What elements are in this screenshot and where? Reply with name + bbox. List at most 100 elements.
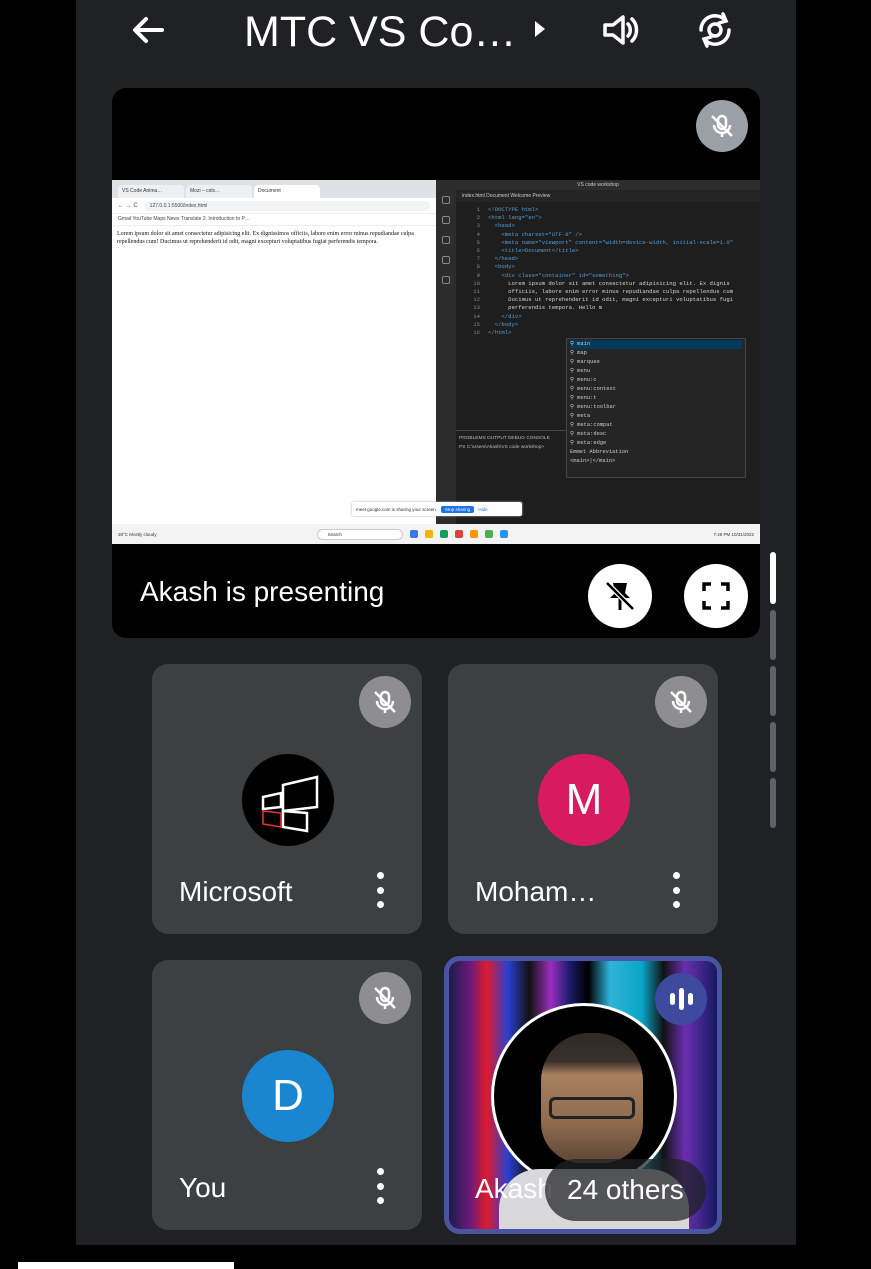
autocomplete-item: ⚲ menu	[570, 368, 591, 374]
mic-off-icon	[711, 114, 733, 137]
mic-off-badge	[359, 972, 411, 1024]
switch-camera-button[interactable]	[690, 6, 740, 54]
taskbar-app-icon	[424, 530, 433, 538]
code-line: 5 <meta name="viewport" content="width=d…	[476, 238, 734, 246]
code-line: 14 </div>	[473, 312, 522, 320]
autocomplete-item: ⚲ meta:desc	[570, 431, 607, 437]
terminal-tabs: PROBLEMS OUTPUT DEBUG CONSOLE	[459, 436, 550, 441]
audio-level-icon	[655, 973, 707, 1025]
fullscreen-button[interactable]	[684, 564, 748, 628]
taskbar-clock: 7:49 PM 10/31/2022	[713, 531, 754, 537]
code-line: 10 Lorem ipsum dolor sit amet consectetu…	[473, 279, 730, 287]
autocomplete-item: ⚲ menu:context	[570, 386, 617, 392]
code-editor: 1 <!DOCTYPE html> 2 <html lang="en"> 3 <head…	[458, 206, 756, 337]
shared-vscode-window: VS code workshop index.html Document Wel…	[436, 180, 760, 524]
taskbar-app-icon	[484, 530, 493, 538]
taskbar-search: Search	[316, 528, 403, 540]
autocomplete-item: ⚲ menu:c	[570, 377, 597, 383]
shared-browser-window: VS Code Anima… Mozi – cols… Document ← →…	[112, 180, 436, 524]
avatar	[242, 754, 334, 846]
participant-tile-you[interactable]: D You	[152, 960, 422, 1230]
back-button[interactable]	[126, 8, 170, 52]
mic-off-icon	[374, 690, 396, 713]
taskbar-app-icon	[409, 530, 418, 538]
meeting-title[interactable]: MTC VS Co…	[244, 4, 514, 60]
mic-off-icon	[670, 690, 692, 713]
mic-off-badge	[655, 676, 707, 728]
arrow-left-icon	[133, 17, 164, 43]
participant-tile-akash[interactable]: Akash 24 others	[444, 956, 722, 1234]
unpin-button[interactable]	[588, 564, 652, 628]
page-indicator[interactable]	[770, 778, 776, 828]
taskbar-app-icon	[439, 530, 448, 538]
code-line: 6 <title>Document</title>	[476, 247, 579, 255]
participant-tile-mohammed[interactable]: M Moham…	[448, 664, 718, 934]
autocomplete-item: ⚲ meta	[570, 413, 591, 419]
mic-off-badge	[359, 676, 411, 728]
windows-taskbar: 28°C Mostly cloudy Search 7:49 PM 10/31/…	[112, 524, 760, 544]
debug-icon	[442, 256, 450, 264]
shared-screen: VS Code Anima… Mozi – cols… Document ← →…	[112, 180, 760, 544]
autocomplete-item: ⚲ meta:compat	[570, 422, 613, 428]
more-options-button[interactable]	[370, 1168, 390, 1204]
others-count-pill[interactable]: 24 others	[545, 1159, 706, 1221]
code-line: 12 Ducimus ut reprehenderit id odit, mag…	[473, 296, 734, 304]
unpin-icon	[605, 581, 635, 611]
autocomplete-item: ⚲ menu:t	[570, 395, 597, 401]
more-options-button[interactable]	[666, 872, 686, 908]
avatar: M	[538, 754, 630, 846]
code-line: 2 <html lang="en">	[476, 214, 542, 222]
taskbar-app-icon	[469, 530, 478, 538]
chevron-right-icon	[535, 21, 545, 37]
presentation-tile[interactable]: VS Code Anima… Mozi – cols… Document ← →…	[112, 88, 760, 638]
code-line: 13 perferendis tempora. Hello m	[473, 304, 603, 312]
mic-off-icon	[374, 986, 396, 1009]
autocomplete-item: ⚲ marquee	[570, 359, 600, 365]
vscode-activity-bar	[436, 190, 456, 524]
vscode-tabs: index.html Document Welcome Preview	[456, 190, 760, 202]
code-line: 8 <body>	[476, 263, 515, 271]
sharing-notification-text: meet.google.com is sharing your screen.	[356, 506, 438, 512]
browser-tab: Document	[254, 185, 320, 198]
stop-sharing-button: Stop sharing	[441, 505, 475, 513]
browser-urlbar: ← → C 127.0.0.1:5500/index.html	[112, 198, 436, 214]
fullscreen-icon	[702, 582, 730, 610]
audio-output-button[interactable]	[596, 6, 644, 54]
hide-button: Hide	[478, 506, 488, 512]
browser-tab: VS Code Anima…	[118, 185, 184, 198]
code-line: 15 </body>	[473, 320, 519, 328]
autocomplete-item: ⚲ menu:toolbar	[570, 404, 617, 410]
browser-tab: Mozi – cols…	[186, 185, 252, 198]
code-line: 7 </head>	[476, 255, 519, 263]
autocomplete-list: ⚲ main ⚲ map ⚲ marquee ⚲ menu ⚲ menu:c ⚲ menu…	[566, 338, 746, 478]
windows-logo-icon	[261, 775, 319, 833]
page-indicator-active[interactable]	[770, 552, 776, 604]
browser-bookmarks: Gmail YouTube Maps News Translate 2. Int…	[112, 214, 436, 226]
code-line: 11 officiis, labore enim error minus rep…	[473, 288, 734, 296]
speaker-glasses	[549, 1097, 635, 1119]
code-line: 4 <meta charset="UTF-8" />	[476, 230, 582, 238]
code-line: 3 <head>	[476, 222, 515, 230]
extensions-icon	[442, 276, 450, 284]
participant-name: Akash	[475, 1173, 553, 1204]
bottom-edge-strip	[18, 1262, 234, 1269]
taskbar-app-icon	[499, 530, 508, 538]
more-options-button[interactable]	[370, 872, 390, 908]
title-expand-button[interactable]	[528, 14, 552, 44]
presenter-mic-off-badge	[696, 100, 748, 152]
page-indicator[interactable]	[770, 722, 776, 772]
source-control-icon	[442, 236, 450, 244]
browser-page-text: Lorem ipsum dolor sit amet consectetur a…	[117, 231, 414, 245]
taskbar-weather: 28°C Mostly cloudy	[118, 531, 157, 537]
participant-tile-microsoft[interactable]: Microsoft	[152, 664, 422, 934]
browser-url: 127.0.0.1:5500/index.html	[143, 200, 430, 211]
explorer-icon	[442, 196, 450, 204]
taskbar-app-icon	[454, 530, 463, 538]
participant-name: Moham…	[475, 876, 597, 907]
participant-name: Microsoft	[179, 876, 293, 907]
page-indicator[interactable]	[770, 610, 776, 660]
page-indicator[interactable]	[770, 666, 776, 716]
browser-nav-icons: ← → C	[118, 202, 138, 209]
sharing-notification: meet.google.com is sharing your screen. …	[352, 502, 522, 516]
vscode-title: VS code workshop	[436, 180, 760, 190]
